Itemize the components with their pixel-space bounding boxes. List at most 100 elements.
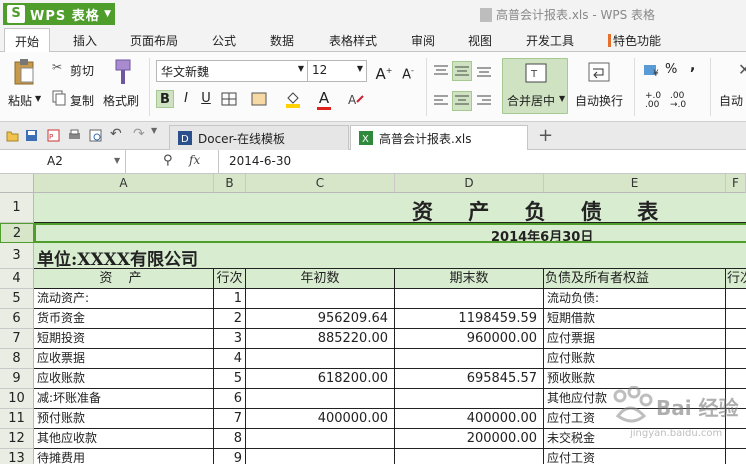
- close-icon[interactable]: ✕: [738, 60, 746, 79]
- cell-line-no-2[interactable]: 3: [726, 329, 746, 349]
- cell-line-no[interactable]: 5: [214, 369, 246, 389]
- name-box[interactable]: A2 ▼: [0, 150, 126, 173]
- column-header-d[interactable]: D: [395, 174, 544, 193]
- cell-asset-name[interactable]: 减:坏账准备: [34, 389, 214, 409]
- cell-asset-name[interactable]: 货币资金: [34, 309, 214, 329]
- cell-liability-name[interactable]: 应付账款: [544, 349, 726, 369]
- borders-icon[interactable]: [221, 92, 237, 106]
- header-opening[interactable]: 年初数: [246, 269, 395, 289]
- open-folder-icon[interactable]: [6, 129, 19, 142]
- cell-liability-name[interactable]: 短期借款: [544, 309, 726, 329]
- print-preview-icon[interactable]: [89, 129, 102, 142]
- cell-closing-balance[interactable]: [395, 289, 544, 309]
- header-line-no-2[interactable]: 行次: [726, 269, 746, 289]
- row-header[interactable]: 13: [0, 449, 34, 464]
- merge-center-button[interactable]: T 合并居中 ▼: [502, 58, 568, 114]
- save-icon[interactable]: [25, 129, 38, 142]
- cell-line-no-2[interactable]: 3: [726, 349, 746, 369]
- cell-closing-balance[interactable]: 200000.00: [395, 429, 544, 449]
- chevron-down-icon[interactable]: ▼: [151, 126, 164, 139]
- comma-button[interactable]: ,: [690, 58, 695, 74]
- clear-format-icon[interactable]: A: [348, 92, 364, 106]
- cell-closing-balance[interactable]: 960000.00: [395, 329, 544, 349]
- align-right-icon[interactable]: [476, 94, 492, 108]
- cell-line-no-2[interactable]: 3: [726, 429, 746, 449]
- row-header-selected[interactable]: 2: [0, 223, 34, 243]
- font-color-icon[interactable]: A: [315, 89, 333, 107]
- cell-liability-name[interactable]: 流动负债:: [544, 289, 726, 309]
- tab-review[interactable]: 审阅: [411, 32, 435, 49]
- row-header[interactable]: 9: [0, 369, 34, 389]
- cell-line-no[interactable]: 3: [214, 329, 246, 349]
- cell-opening-balance[interactable]: [246, 389, 395, 409]
- row-header[interactable]: 1: [0, 193, 34, 223]
- font-size-select[interactable]: 12 ▼: [307, 60, 367, 82]
- cell-closing-balance[interactable]: [395, 449, 544, 464]
- column-header-a[interactable]: A: [34, 174, 214, 193]
- header-assets[interactable]: 资 产: [34, 269, 214, 289]
- row-header[interactable]: 3: [0, 243, 34, 269]
- tab-data[interactable]: 数据: [270, 32, 294, 49]
- fill-color-icon[interactable]: [285, 90, 301, 108]
- row-header[interactable]: 12: [0, 429, 34, 449]
- tab-formulas[interactable]: 公式: [212, 32, 236, 49]
- cell-closing-balance[interactable]: 695845.57: [395, 369, 544, 389]
- align-top-icon[interactable]: [433, 64, 449, 78]
- row-header[interactable]: 4: [0, 269, 34, 289]
- cell-opening-balance[interactable]: 400000.00: [246, 409, 395, 429]
- cell-line-no-2[interactable]: 3: [726, 309, 746, 329]
- insert-function-button[interactable]: fx: [189, 153, 200, 167]
- cell-liability-name[interactable]: 预收账款: [544, 369, 726, 389]
- cell-style-icon[interactable]: [251, 92, 267, 106]
- cell-line-no-2[interactable]: 3: [726, 369, 746, 389]
- cell-line-no[interactable]: 8: [214, 429, 246, 449]
- header-liabilities[interactable]: 负债及所有者权益: [544, 269, 726, 289]
- cell-asset-name[interactable]: 预付账款: [34, 409, 214, 429]
- print-icon[interactable]: [68, 129, 81, 142]
- cell-liability-name[interactable]: 应付票据: [544, 329, 726, 349]
- tab-docer[interactable]: D Docer-在线模板: [169, 125, 349, 150]
- cell-opening-balance[interactable]: [246, 349, 395, 369]
- tab-insert[interactable]: 插入: [73, 32, 97, 49]
- cell-asset-name[interactable]: 其他应收款: [34, 429, 214, 449]
- decrease-decimal-icon[interactable]: .00 →.0: [670, 92, 686, 110]
- cell-line-no-2[interactable]: 3: [726, 409, 746, 429]
- cell-liability-name[interactable]: 未交税金: [544, 429, 726, 449]
- shrink-font-icon[interactable]: A-: [399, 62, 417, 82]
- increase-decimal-icon[interactable]: +.0.00: [645, 92, 661, 110]
- cell-line-no[interactable]: 1: [214, 289, 246, 309]
- cell-asset-name[interactable]: 待摊费用: [34, 449, 214, 464]
- sheet-title-cell[interactable]: 资 产 负 债 表: [34, 193, 746, 223]
- export-pdf-icon[interactable]: P: [47, 129, 60, 142]
- number-format-icon[interactable]: ¥: [643, 62, 661, 78]
- cell-opening-balance[interactable]: 885220.00: [246, 329, 395, 349]
- new-tab-icon[interactable]: +: [538, 125, 556, 146]
- cell-opening-balance[interactable]: 956209.64: [246, 309, 395, 329]
- cell-asset-name[interactable]: 短期投资: [34, 329, 214, 349]
- cell-asset-name[interactable]: 应收票据: [34, 349, 214, 369]
- cell-line-no[interactable]: 7: [214, 409, 246, 429]
- selected-cell-a2[interactable]: 2014年6月30日: [34, 223, 746, 243]
- row-header[interactable]: 10: [0, 389, 34, 409]
- cell-closing-balance[interactable]: [395, 389, 544, 409]
- cell-asset-name[interactable]: 流动资产:: [34, 289, 214, 309]
- formula-input[interactable]: 2014-6-30: [218, 150, 746, 173]
- select-all-corner[interactable]: [0, 174, 34, 193]
- cell-liability-name[interactable]: 应付工资: [544, 449, 726, 464]
- cell-liability-name[interactable]: 应付工资: [544, 409, 726, 429]
- column-header-f[interactable]: F: [726, 174, 746, 193]
- cell-opening-balance[interactable]: [246, 429, 395, 449]
- row-header[interactable]: 8: [0, 349, 34, 369]
- underline-button[interactable]: U: [197, 90, 215, 108]
- cell-liability-name[interactable]: 其他应付款: [544, 389, 726, 409]
- header-closing[interactable]: 期末数: [395, 269, 544, 289]
- font-name-select[interactable]: 华文新魏 ▼: [156, 60, 308, 82]
- cell-line-no[interactable]: 2: [214, 309, 246, 329]
- cell-closing-balance[interactable]: [395, 349, 544, 369]
- tab-table-style[interactable]: 表格样式: [329, 32, 377, 49]
- align-left-icon[interactable]: [433, 94, 449, 108]
- grow-font-icon[interactable]: A+: [375, 62, 393, 83]
- cell-closing-balance[interactable]: 400000.00: [395, 409, 544, 429]
- tab-home[interactable]: 开始: [4, 28, 51, 53]
- cell-line-no-2[interactable]: 3: [726, 389, 746, 409]
